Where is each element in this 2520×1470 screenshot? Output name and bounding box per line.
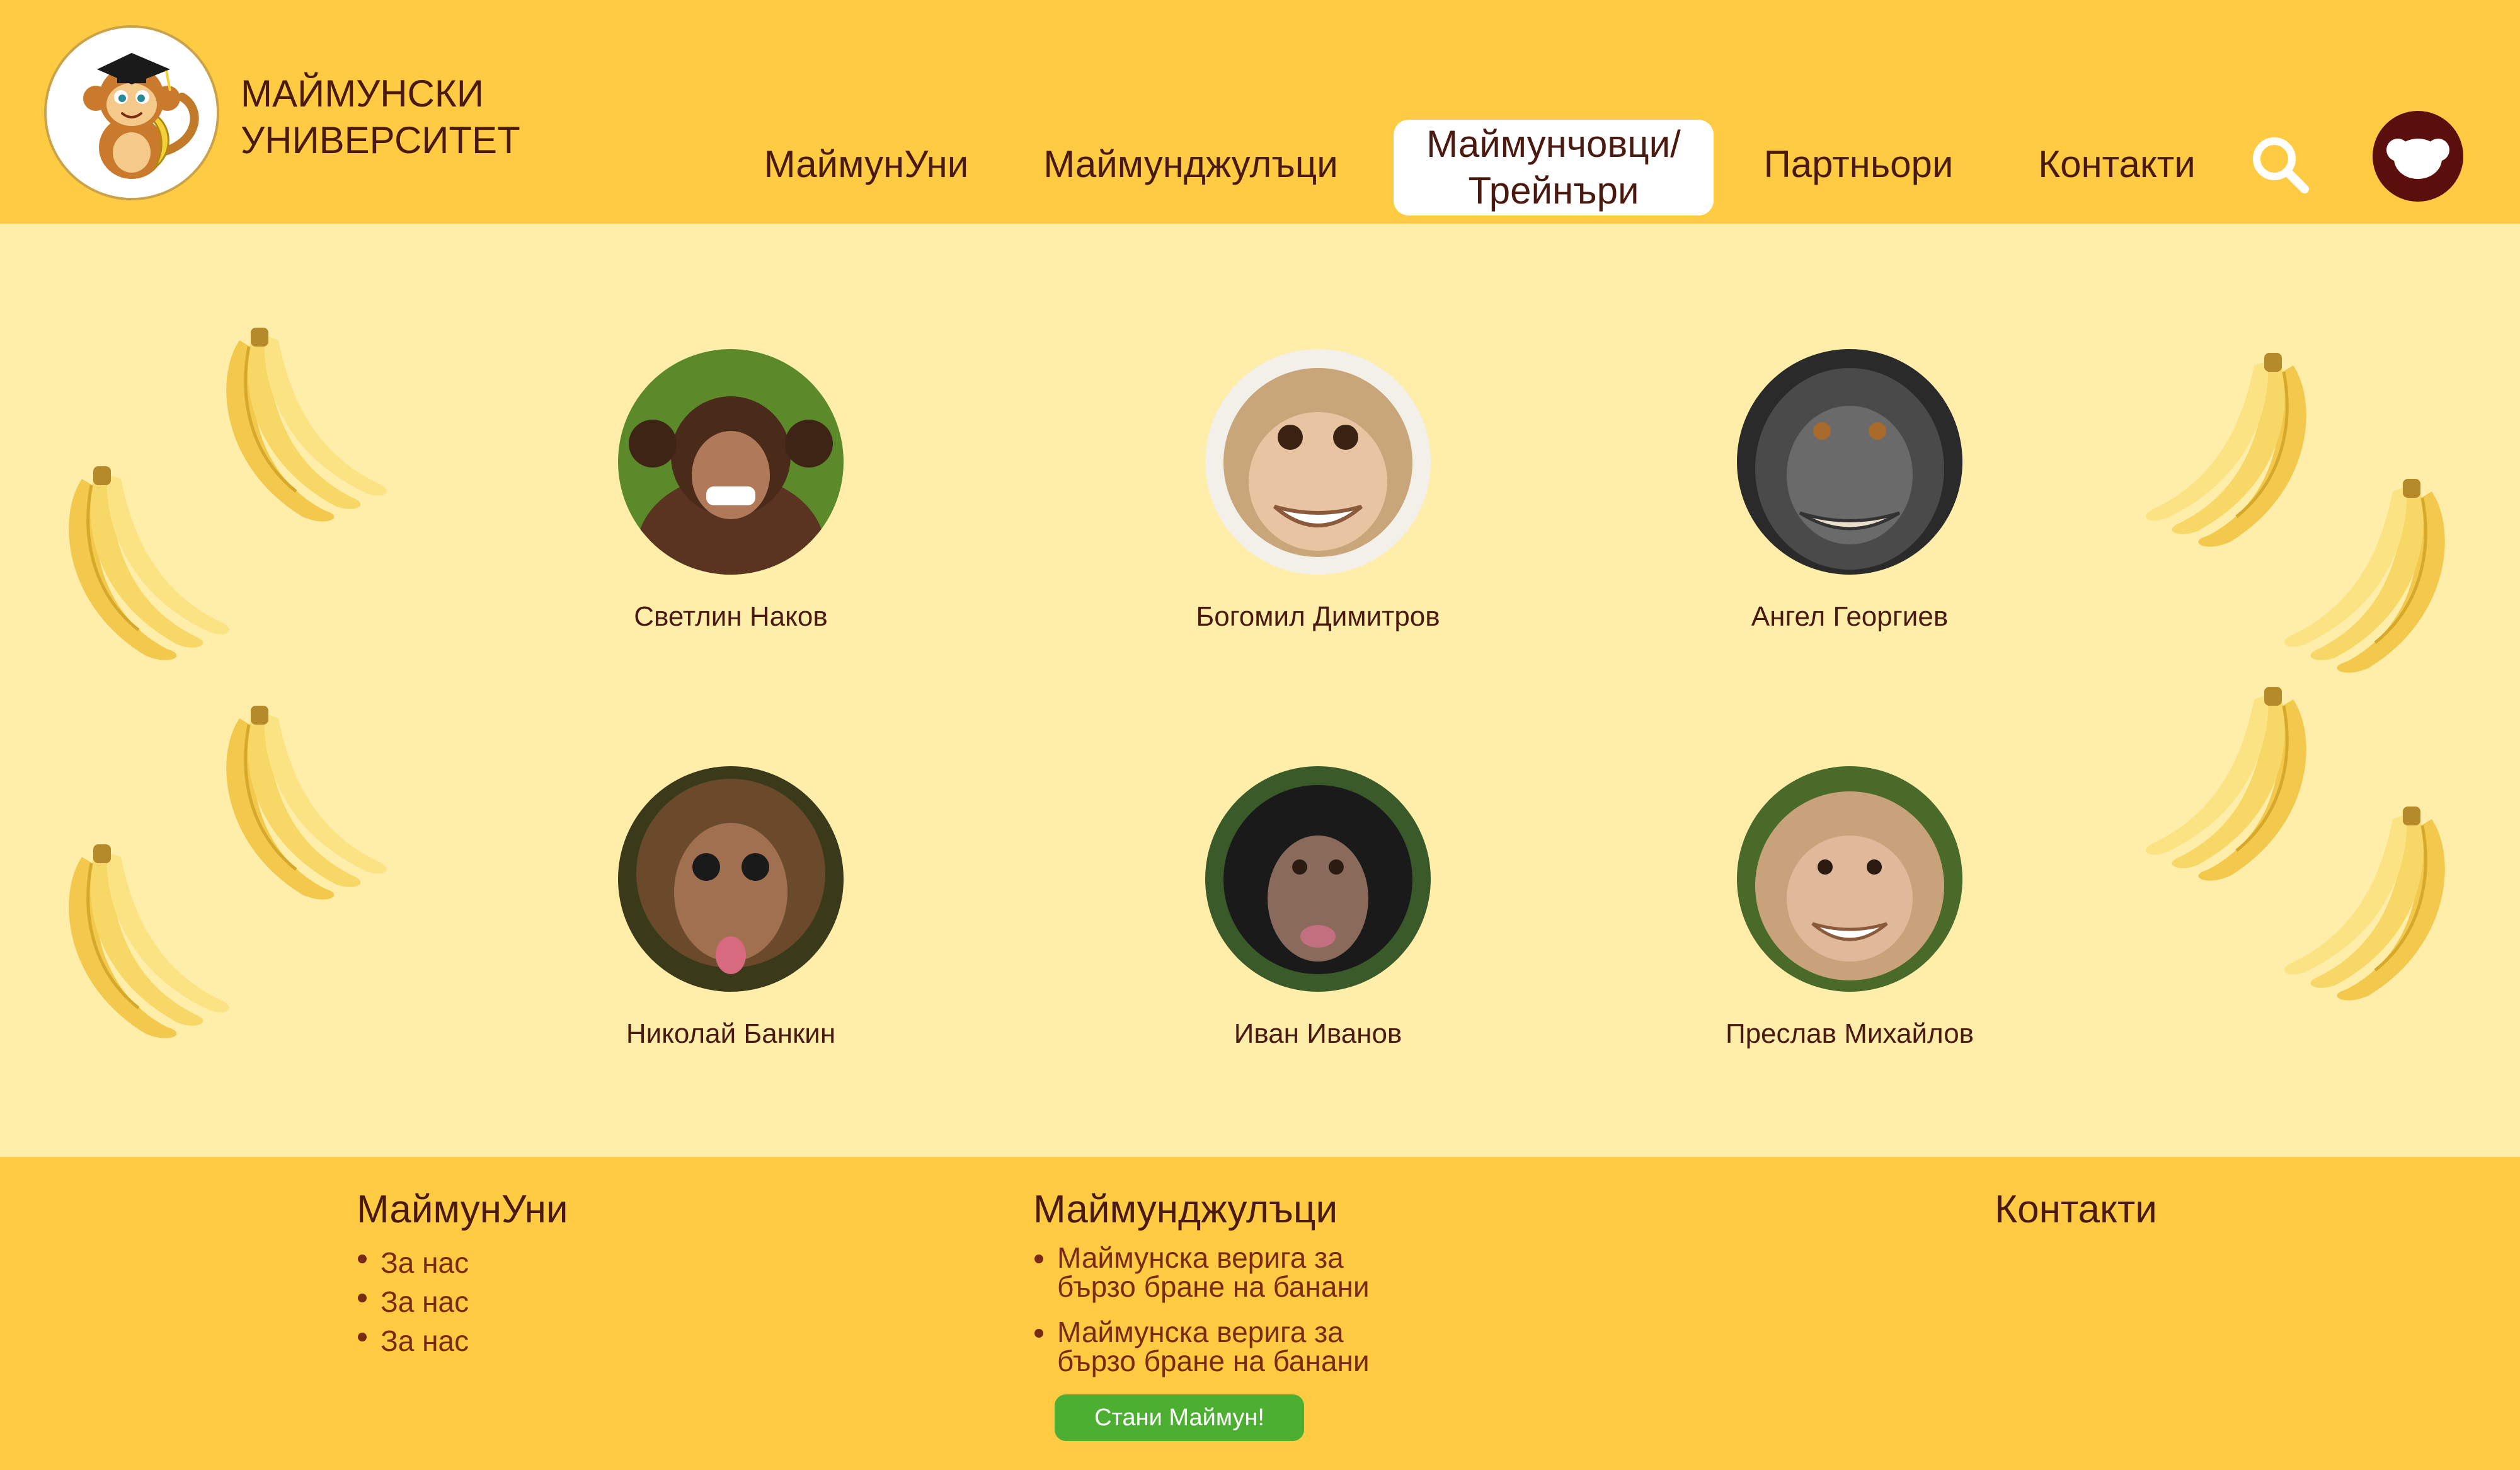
nav-maymununi-label: МаймунУни [764,142,969,185]
site-title-line1: МАЙМУНСКИ [241,72,484,115]
nav-maymundzhultsi[interactable]: Маймунджулъци [1033,120,1348,208]
trainer-card[interactable]: Преслав Михайлов [1661,766,2039,1050]
footer-col-title[interactable]: Маймунджулъци [1033,1187,1410,1232]
nav-trainers[interactable]: Маймунчовци/ Трейнъри [1394,120,1714,215]
trainer-name: Светлин Наков [634,601,828,632]
trainer-card[interactable]: Иван Иванов [1129,766,1507,1050]
site-title-line2: УНИВЕРСИТЕТ [241,119,520,161]
monkey-avatar-icon[interactable] [2373,111,2463,202]
nav-partners[interactable]: Партньори [1751,120,1966,208]
footer-link-about[interactable]: За нас [357,1243,568,1282]
footer-col-maymundzhultsi: Маймунджулъци Маймунска верига за бързо … [1033,1187,1410,1392]
trainer-card[interactable]: Николай Банкин [542,766,920,1050]
trainer-name: Николай Банкин [626,1018,836,1049]
footer-link-banana-chain[interactable]: Маймунска верига за бързо бране на банан… [1033,1318,1410,1375]
nav-contacts[interactable]: Контакти [2029,120,2205,208]
nav-maymununi[interactable]: МаймунУни [756,120,976,208]
trainer-photo [1205,349,1431,575]
footer-link-line: бързо бране на банани [1057,1270,1370,1303]
footer-link-list: За нас За нас За нас [357,1243,568,1360]
nav-maymundzhultsi-label: Маймунджулъци [1043,142,1338,185]
trainer-photo [1737,349,1962,575]
banana-icon [2268,479,2476,687]
footer-col-title[interactable]: Контакти [1995,1187,2157,1232]
footer-link-line: бързо бране на банани [1057,1345,1370,1377]
trainer-name: Иван Иванов [1234,1018,1402,1049]
search-icon[interactable] [2249,134,2312,197]
become-monkey-button[interactable]: Стани Маймун! [1055,1394,1304,1441]
trainer-name: Богомил Димитров [1196,601,1440,632]
footer-link-line: Маймунска верига за [1057,1241,1344,1274]
trainer-name: Преслав Михайлов [1725,1018,1974,1049]
trainer-card[interactable]: Ангел Георгиев [1661,349,2039,633]
trainer-photo [618,349,844,575]
nav-contacts-label: Контакти [2038,142,2196,185]
trainer-card[interactable]: Богомил Димитров [1129,349,1507,633]
trainer-photo [1737,766,1962,992]
footer-link-about[interactable]: За нас [357,1321,568,1360]
trainer-photo [618,766,844,992]
monkey-logo-icon[interactable] [44,25,219,200]
footer-col-maymununi: МаймунУни За нас За нас За нас [357,1187,568,1360]
footer-link-line: Маймунска верига за [1057,1316,1344,1348]
trainer-photo [1205,766,1431,992]
footer-col-contacts: Контакти [1995,1187,2157,1243]
site-title[interactable]: МАЙМУНСКИ УНИВЕРСИТЕТ [241,71,568,164]
trainer-name: Ангел Георгиев [1751,601,1949,632]
header: МАЙМУНСКИ УНИВЕРСИТЕТ МаймунУни Маймундж… [0,0,2520,224]
trainer-card[interactable]: Светлин Наков [542,349,920,633]
footer-col-title[interactable]: МаймунУни [357,1187,568,1232]
footer-link-banana-chain[interactable]: Маймунска верига за бързо бране на банан… [1033,1243,1410,1301]
nav-partners-label: Партньори [1763,142,1954,185]
nav-trainers-label-line2: Трейнъри [1468,169,1639,212]
footer-link-about[interactable]: За нас [357,1282,568,1321]
footer-link-list: Маймунска верига за бързо бране на банан… [1033,1243,1410,1375]
banana-icon [38,466,246,674]
banana-icon [38,844,246,1052]
banana-icon [2268,807,2476,1014]
nav-trainers-label-line1: Маймунчовци/ [1426,123,1681,165]
